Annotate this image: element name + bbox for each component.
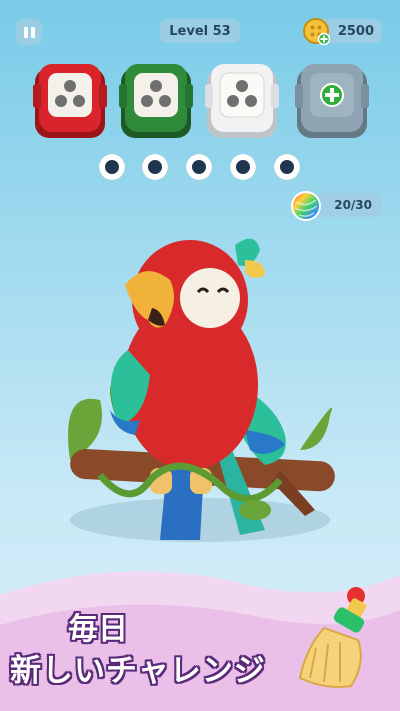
empty-slot xyxy=(186,154,212,180)
empty-slot xyxy=(99,154,125,180)
banner-title-line2: 新しいチャレンジ xyxy=(10,653,266,689)
brush-booster-icon[interactable] xyxy=(296,578,390,696)
empty-slot xyxy=(142,154,168,180)
button-coin-icon[interactable] xyxy=(302,17,330,45)
pause-icon xyxy=(23,26,28,38)
yarn-box-green[interactable] xyxy=(119,62,193,140)
level-label: Level 53 xyxy=(160,19,240,43)
empty-slot xyxy=(230,154,256,180)
yarn-box-white[interactable] xyxy=(205,62,279,140)
yarn-box-red[interactable] xyxy=(33,62,107,140)
knitted-parrot-artwork xyxy=(68,238,335,542)
empty-slot xyxy=(274,154,300,180)
rainbow-yarn-icon xyxy=(291,191,321,221)
pause-button[interactable] xyxy=(16,19,42,45)
locked-box-add[interactable] xyxy=(295,62,369,140)
banner-title-line1: 毎日 xyxy=(68,612,128,647)
